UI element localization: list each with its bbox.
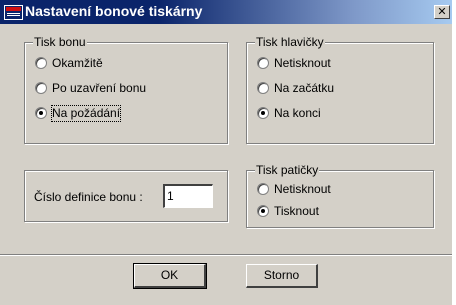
radio-button-icon bbox=[35, 57, 47, 69]
separator-line bbox=[0, 254, 452, 256]
window-title: Nastavení bonové tiskárny bbox=[25, 3, 203, 19]
radio-button-icon bbox=[257, 57, 269, 69]
dialog-window: Nastavení bonové tiskárny ✕ Tisk bonu Ok… bbox=[0, 0, 452, 305]
radio-button-icon bbox=[257, 183, 269, 195]
radio-label: Po uzavření bonu bbox=[52, 81, 147, 95]
radio-button-icon bbox=[257, 82, 269, 94]
radio-label: Tisknout bbox=[274, 204, 319, 218]
title-bar[interactable]: Nastavení bonové tiskárny ✕ bbox=[0, 0, 452, 24]
ok-button[interactable]: OK bbox=[133, 263, 207, 289]
dialog-client: Tisk bonu Okamžitě Po uzavření bonu Na p… bbox=[0, 24, 452, 305]
cislo-definice-label: Číslo definice bonu : bbox=[34, 190, 143, 204]
tisk-paticky-group: Tisk patičky Netisknout Tisknout bbox=[246, 163, 434, 228]
radio-selected-icon bbox=[35, 107, 47, 119]
close-button[interactable]: ✕ bbox=[434, 5, 450, 19]
radio-selected-icon bbox=[257, 205, 269, 217]
radio-label: Netisknout bbox=[274, 56, 331, 70]
tisk-bonu-label: Tisk bonu bbox=[33, 35, 87, 49]
app-icon bbox=[4, 5, 23, 20]
radio-label: Na požádání bbox=[50, 105, 122, 122]
cislo-definice-input[interactable]: 1 bbox=[163, 184, 213, 208]
radio-selected-icon bbox=[257, 107, 269, 119]
radio-label: Na konci bbox=[274, 106, 321, 120]
close-icon: ✕ bbox=[437, 6, 447, 18]
radio-button-icon bbox=[35, 82, 47, 94]
radio-label: Okamžitě bbox=[52, 56, 103, 70]
radio-label: Na začátku bbox=[274, 81, 335, 95]
tisk-hlavicky-label: Tisk hlavičky bbox=[255, 35, 325, 49]
tisk-hlavicky-group: Tisk hlavičky Netisknout Na začátku Na k… bbox=[246, 35, 434, 144]
tisk-paticky-label: Tisk patičky bbox=[255, 163, 320, 177]
tisk-bonu-group: Tisk bonu Okamžitě Po uzavření bonu Na p… bbox=[24, 35, 228, 144]
radio-label: Netisknout bbox=[274, 182, 331, 196]
storno-button[interactable]: Storno bbox=[246, 264, 318, 288]
